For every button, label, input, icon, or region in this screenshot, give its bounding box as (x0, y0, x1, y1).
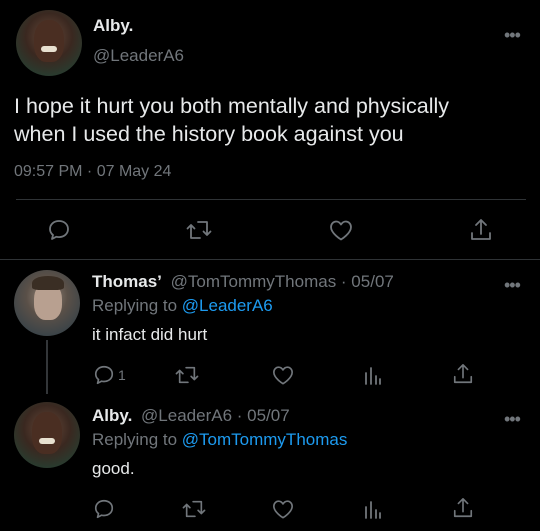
reply-icon[interactable] (93, 364, 115, 386)
like-icon[interactable] (271, 498, 295, 520)
tweet-text: it infact did hurt (92, 325, 208, 344)
avatar[interactable] (16, 10, 82, 76)
replying-to-link[interactable]: @TomTommyThomas (182, 430, 348, 449)
retweet-icon[interactable] (182, 498, 206, 520)
author-meta[interactable]: @LeaderA6 · 05/07 (141, 406, 290, 425)
reply-count: 1 (118, 367, 126, 383)
like-icon[interactable] (271, 364, 295, 386)
share-icon[interactable] (452, 362, 474, 386)
more-dots-icon[interactable]: ••• (504, 276, 521, 294)
author-name[interactable]: Thomas’ (92, 272, 162, 291)
analytics-icon[interactable] (363, 498, 383, 520)
tweet-timestamp[interactable]: 09:57 PM · 07 May 24 (14, 163, 171, 181)
divider (16, 199, 526, 200)
tweet-text: good. (92, 459, 135, 478)
like-icon[interactable] (328, 218, 354, 242)
replying-to-link[interactable]: @LeaderA6 (182, 296, 273, 315)
reply-header: Alby. @LeaderA6 · 05/07 (92, 406, 290, 426)
reply-header: Thomas’ @TomTommyThomas · 05/07 (92, 272, 394, 292)
author-handle[interactable]: @LeaderA6 (93, 46, 184, 66)
reply-icon[interactable] (93, 498, 115, 520)
more-dots-icon[interactable]: ••• (504, 26, 521, 44)
share-icon[interactable] (469, 217, 493, 243)
avatar[interactable] (14, 270, 80, 336)
more-dots-icon[interactable]: ••• (504, 410, 521, 428)
tweet-text: I hope it hurt you both mentally and phy… (14, 94, 450, 146)
divider (0, 259, 540, 260)
retweet-icon[interactable] (175, 364, 199, 386)
reply-icon[interactable] (47, 218, 71, 242)
thread-line (46, 340, 48, 394)
author-name[interactable]: Alby. (92, 406, 132, 425)
author-meta[interactable]: @TomTommyThomas · 05/07 (171, 272, 394, 291)
analytics-icon[interactable] (363, 364, 383, 386)
replying-to: Replying to @LeaderA6 (92, 296, 273, 315)
replying-to: Replying to @TomTommyThomas (92, 430, 348, 449)
share-icon[interactable] (452, 496, 474, 520)
author-name[interactable]: Alby. (93, 16, 133, 36)
avatar[interactable] (14, 402, 80, 468)
retweet-icon[interactable] (186, 218, 212, 242)
